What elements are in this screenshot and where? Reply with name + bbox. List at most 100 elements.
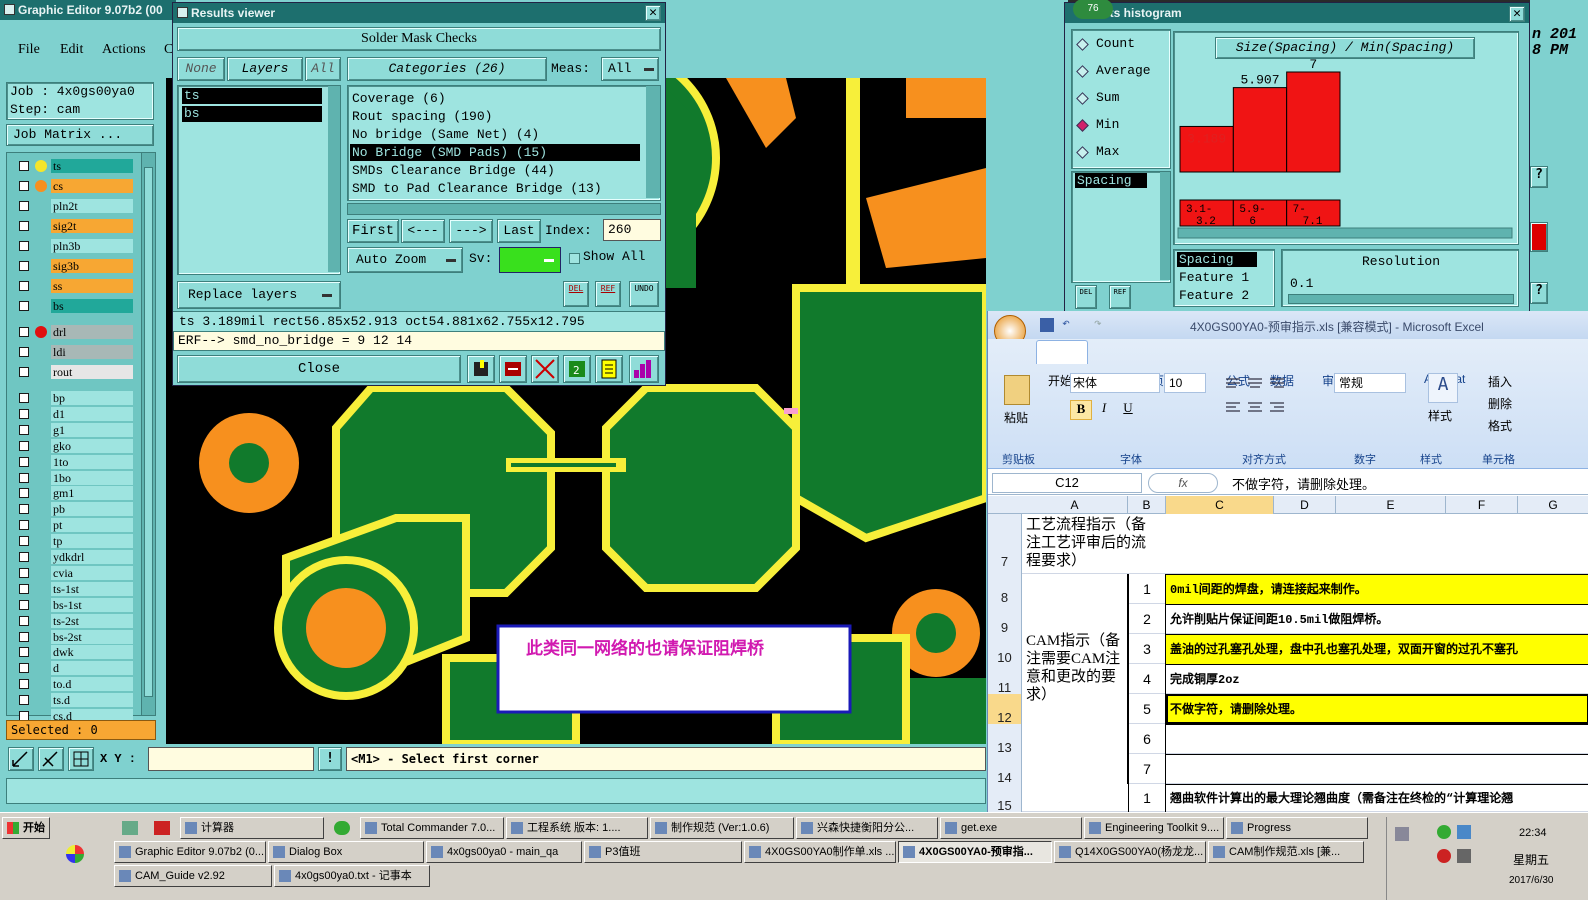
format-cells[interactable]: 格式 xyxy=(1488,417,1512,434)
ribbon-tab[interactable]: 开始 xyxy=(1048,372,1072,389)
layer-checkbox[interactable] xyxy=(19,301,29,311)
sv-select[interactable] xyxy=(499,247,561,273)
column-header[interactable]: D xyxy=(1274,496,1336,514)
bold-button[interactable]: B xyxy=(1070,400,1092,420)
results-close-icon[interactable]: ✕ xyxy=(645,5,661,21)
category-item[interactable]: No bridge (Same Net) (4) xyxy=(350,126,640,143)
tool-measure-icon[interactable] xyxy=(8,747,34,771)
menu-actions[interactable]: Actions xyxy=(102,42,146,58)
taskbar-button[interactable]: 4X0GS00YA0制作单.xls ... xyxy=(744,841,896,863)
row-number[interactable]: 7 xyxy=(988,514,1022,574)
taskbar-button[interactable]: Engineering Toolkit 9.... xyxy=(1084,817,1224,839)
histogram-list-scrollbar[interactable] xyxy=(1160,172,1170,280)
layer-row[interactable]: pln2t xyxy=(15,199,135,213)
category-item[interactable]: SMD to Pad Clearance Bridge (13) xyxy=(350,180,640,197)
layer-row[interactable]: bs-2st xyxy=(15,629,135,644)
tool-snap-icon[interactable] xyxy=(38,747,64,771)
column-header[interactable]: C xyxy=(1166,496,1274,514)
aggregate-option[interactable]: Max xyxy=(1076,144,1166,164)
layer-checkbox[interactable] xyxy=(19,536,29,547)
formula-input[interactable]: 不做字符，请删除处理。 xyxy=(1232,474,1375,493)
styles-icon[interactable]: A xyxy=(1428,373,1458,403)
quick-launch-pdf-icon[interactable] xyxy=(154,821,170,835)
layer-row[interactable]: d xyxy=(15,661,135,676)
help-icon[interactable]: ? xyxy=(1530,166,1548,188)
instruction-cell[interactable]: 翘曲软件计算出的最大理论翘曲度（需备注在终检的“计算理论翘 xyxy=(1166,784,1588,812)
row-number[interactable]: 14 xyxy=(988,754,1022,785)
item-number-cell[interactable]: 2 xyxy=(1128,604,1166,634)
taskbar-button[interactable]: get.exe xyxy=(940,817,1082,839)
taskbar-button[interactable]: 4x0gs00ya0 - main_qa xyxy=(426,841,582,863)
layer-row[interactable]: gko xyxy=(15,438,135,453)
category-item[interactable]: Rout spacing (190) xyxy=(350,108,640,125)
layer-checkbox[interactable] xyxy=(19,488,29,499)
font-name-select[interactable]: 宋体 xyxy=(1070,373,1160,393)
command-line[interactable] xyxy=(6,778,986,804)
layer-row[interactable]: to.d xyxy=(15,677,135,692)
tray-green-icon[interactable] xyxy=(1437,825,1451,839)
paste-label[interactable]: 粘贴 xyxy=(1004,409,1028,426)
quick-launch-icon[interactable] xyxy=(66,845,84,863)
histogram-hscroll[interactable] xyxy=(1177,227,1513,239)
first-button[interactable]: First xyxy=(347,219,399,243)
number-icon[interactable]: 2 xyxy=(563,355,591,383)
name-box[interactable]: C12 xyxy=(992,473,1142,493)
layer-checkbox[interactable] xyxy=(19,567,29,578)
category-item[interactable]: Coverage (6) xyxy=(350,90,640,107)
layer-row[interactable]: cvia xyxy=(15,565,135,580)
histogram-del-icon[interactable]: DEL xyxy=(1075,285,1097,309)
layer-row[interactable]: bs xyxy=(15,299,135,313)
taskbar-button[interactable]: CAM_Guide v2.92 xyxy=(114,865,272,887)
start-button[interactable]: 开始 xyxy=(2,817,50,839)
tool-grid-icon[interactable] xyxy=(68,747,94,771)
quick-launch-ie-icon[interactable] xyxy=(334,821,350,835)
column-header[interactable]: A xyxy=(1022,496,1128,514)
layer-checkbox[interactable] xyxy=(19,583,29,594)
quick-launch-desktop-icon[interactable] xyxy=(122,821,138,835)
category-item[interactable]: SMDs Clearance Bridge (44) xyxy=(350,162,640,179)
layer-row[interactable]: ts-1st xyxy=(15,581,135,596)
layers-button[interactable]: Layers xyxy=(227,57,303,81)
number-format-select[interactable]: 常规 xyxy=(1334,373,1406,393)
tray-red-icon[interactable] xyxy=(1437,849,1451,863)
categories-hscroll[interactable] xyxy=(347,203,661,215)
italic-button[interactable]: I xyxy=(1094,400,1114,420)
xy-input[interactable] xyxy=(148,747,314,771)
font-size-select[interactable]: 10 xyxy=(1164,373,1206,393)
alert-icon[interactable] xyxy=(1530,222,1548,252)
row-number[interactable]: 12 xyxy=(988,694,1022,725)
volume-icon[interactable] xyxy=(1457,849,1471,863)
column-header[interactable]: G xyxy=(1518,496,1588,514)
layer-checkbox[interactable] xyxy=(19,347,29,357)
layer-row[interactable]: ts.d xyxy=(15,693,135,708)
menu-edit[interactable]: Edit xyxy=(60,42,83,58)
none-button[interactable]: None xyxy=(177,57,225,81)
last-button[interactable]: Last xyxy=(497,219,541,243)
layer-row[interactable]: bp xyxy=(15,391,135,405)
layer-checkbox[interactable] xyxy=(19,367,29,377)
taskbar-button[interactable]: P3值班 xyxy=(584,841,742,863)
styles-label[interactable]: 样式 xyxy=(1428,407,1452,424)
item-number-cell[interactable]: 3 xyxy=(1128,634,1166,664)
layer-checkbox[interactable] xyxy=(19,520,29,531)
row-number[interactable]: 13 xyxy=(988,724,1022,755)
resolution-value[interactable]: 0.1 xyxy=(1290,276,1313,291)
column-header[interactable]: E xyxy=(1336,496,1446,514)
item-number-cell[interactable]: 6 xyxy=(1128,724,1166,754)
layer-checkbox[interactable] xyxy=(19,327,29,337)
taskbar-button[interactable]: Q14X0GS00YA0(杨龙龙... xyxy=(1054,841,1206,863)
item-number-cell[interactable]: 7 xyxy=(1128,754,1166,784)
index-input[interactable]: 260 xyxy=(603,219,661,241)
job-matrix-button[interactable]: Job Matrix ... xyxy=(6,124,154,146)
taskbar-button[interactable]: Progress xyxy=(1226,817,1368,839)
layer-row[interactable]: pln3b xyxy=(15,239,135,253)
layer-checkbox[interactable] xyxy=(19,679,29,690)
row-number[interactable]: 11 xyxy=(988,664,1022,695)
instruction-cell[interactable] xyxy=(1166,754,1588,784)
layer-row[interactable]: ydkdrl xyxy=(15,550,135,564)
item-number-cell[interactable]: 4 xyxy=(1128,664,1166,694)
taskbar-button[interactable]: 兴森快捷衡阳分公... xyxy=(796,817,938,839)
taskbar-button[interactable]: CAM制作规范.xls [兼... xyxy=(1208,841,1364,863)
instruction-cell[interactable]: 完成铜厚2oz xyxy=(1166,664,1588,694)
column-header[interactable]: B xyxy=(1128,496,1166,514)
